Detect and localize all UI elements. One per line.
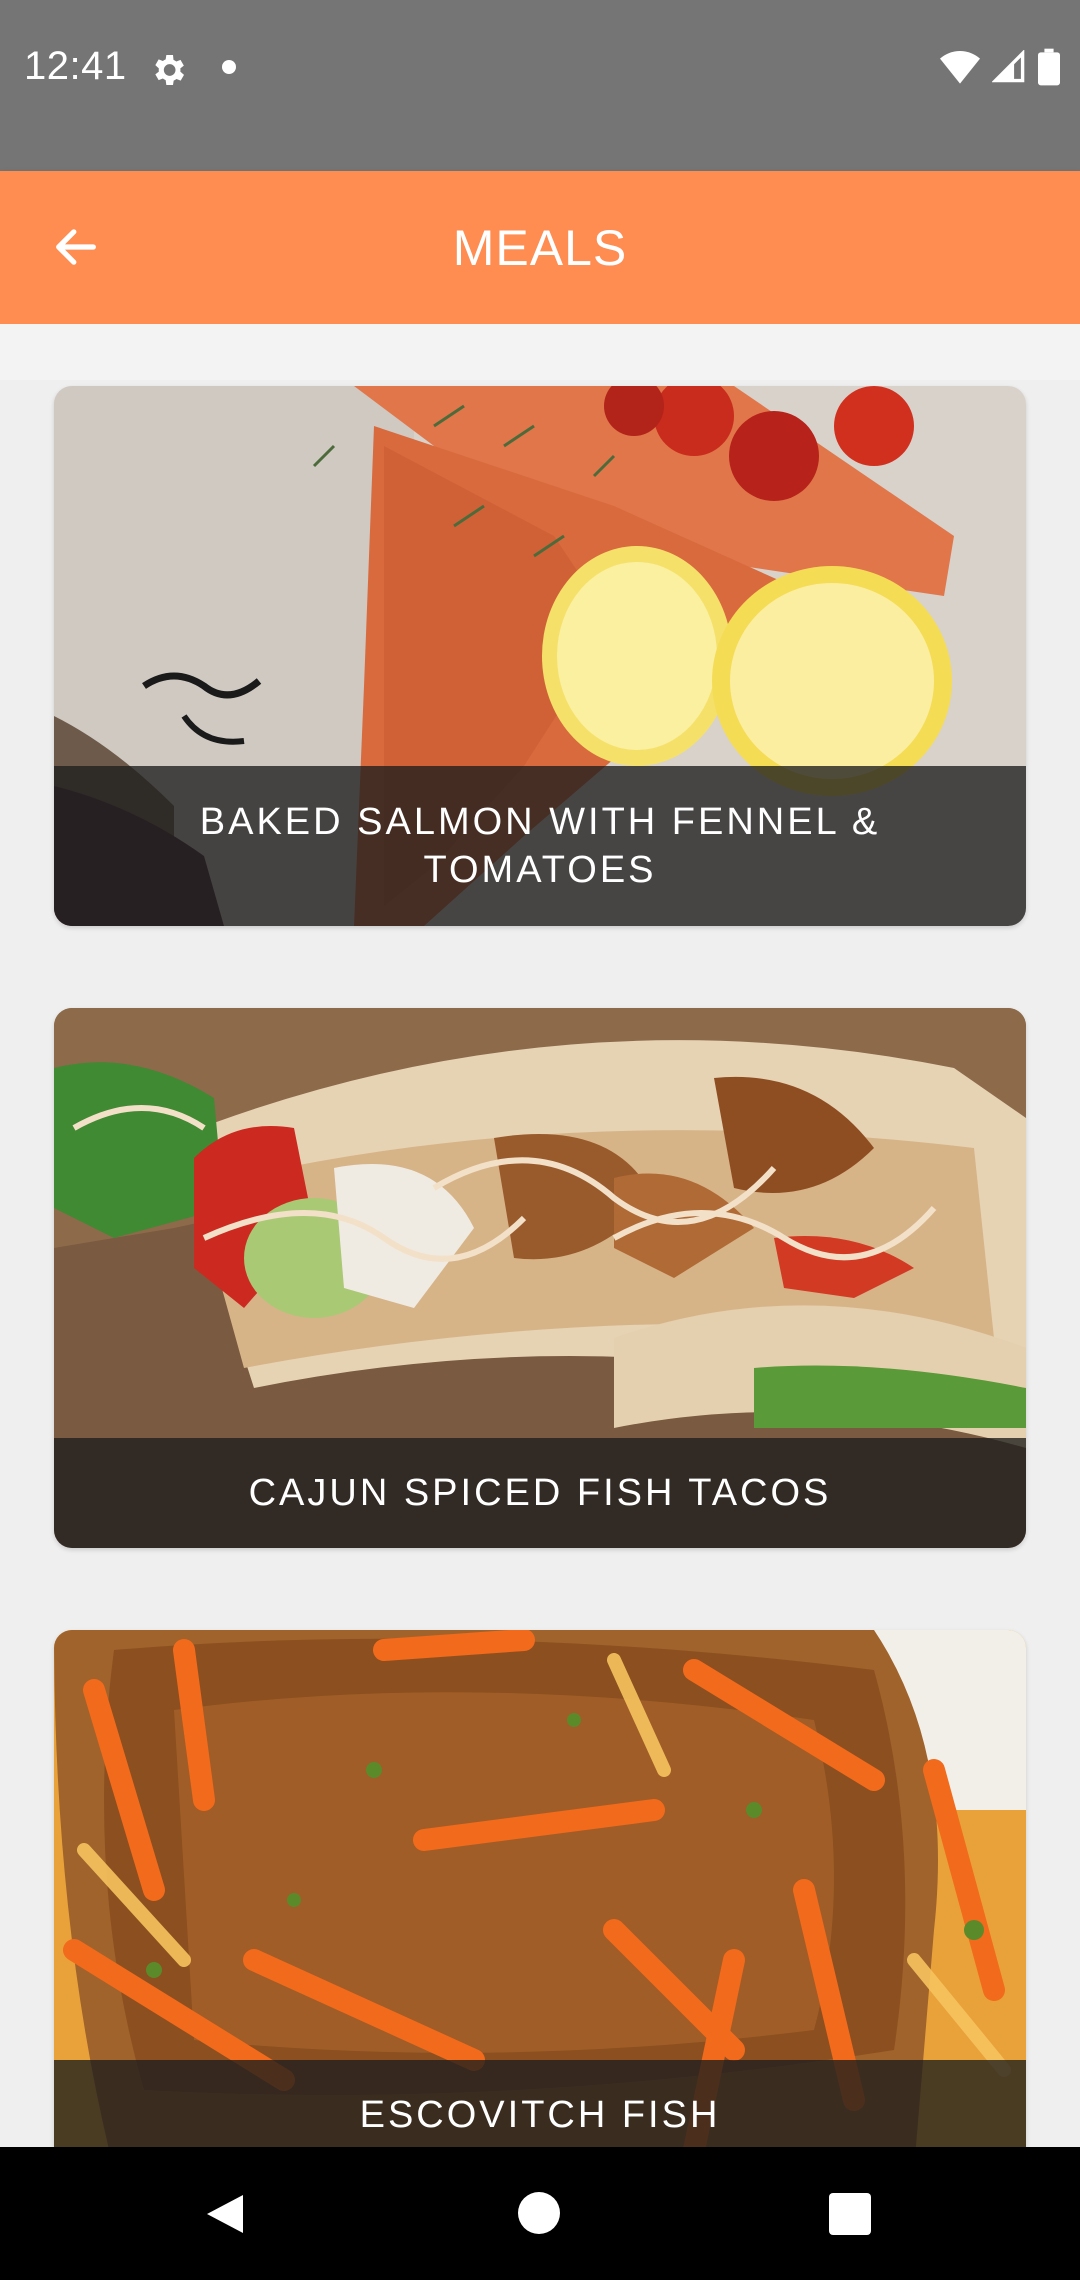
meal-title: ESCOVITCH FISH	[54, 2060, 1026, 2147]
nav-home-icon[interactable]	[518, 2192, 560, 2234]
meal-card[interactable]: ESCOVITCH FISH	[54, 1630, 1026, 2147]
status-time: 12:41	[24, 44, 127, 88]
page-title: MEALS	[452, 219, 628, 276]
status-bar: 12:41	[0, 0, 1080, 171]
meal-card[interactable]: BAKED SALMON WITH FENNEL & TOMATOES	[54, 386, 1026, 926]
meal-card[interactable]: CAJUN SPICED FISH TACOS	[54, 1008, 1026, 1548]
nav-recents-icon[interactable]	[829, 2193, 871, 2235]
system-nav-bar	[0, 2147, 1080, 2280]
list-top-padding	[0, 324, 1080, 380]
wifi-icon	[940, 51, 980, 84]
app-bar: MEALS	[0, 171, 1080, 324]
settings-gear-icon	[155, 55, 184, 85]
meal-title: CAJUN SPICED FISH TACOS	[54, 1438, 1026, 1548]
cellular-signal-icon	[992, 50, 1025, 83]
battery-icon	[1038, 48, 1060, 86]
meal-list[interactable]: BAKED SALMON WITH FENNEL & TOMATOES CAJU…	[0, 380, 1080, 2147]
notification-dot-icon	[222, 60, 236, 74]
meal-title: BAKED SALMON WITH FENNEL & TOMATOES	[54, 766, 1026, 926]
status-icons	[940, 48, 1060, 86]
nav-back-icon[interactable]	[203, 2191, 247, 2237]
